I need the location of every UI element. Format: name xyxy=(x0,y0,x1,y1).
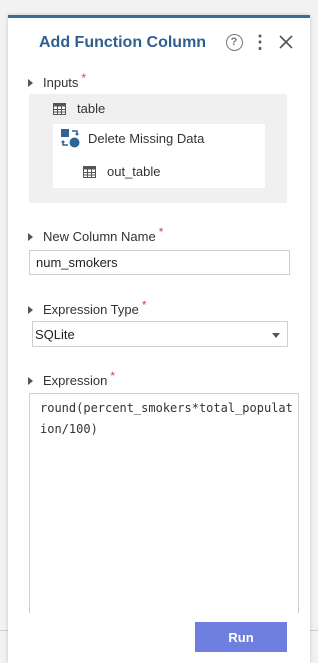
expression-editor[interactable]: round(percent_smokers*total_population/1… xyxy=(29,393,299,613)
column-name-label: New Column Name xyxy=(43,229,156,244)
column-name-input[interactable]: num_smokers xyxy=(29,250,290,275)
expression-type-section-toggle[interactable]: Expression Type * xyxy=(28,298,147,317)
expand-caret-icon xyxy=(28,376,33,385)
expand-caret-icon xyxy=(28,78,33,87)
expression-type-value: SQLite xyxy=(35,327,75,342)
run-button[interactable]: Run xyxy=(195,622,287,652)
expand-caret-icon xyxy=(28,232,33,241)
chevron-down-icon xyxy=(272,333,280,338)
help-icon[interactable]: ? xyxy=(224,32,244,52)
expression-type-select[interactable]: SQLite xyxy=(32,321,288,347)
more-options-icon[interactable]: ⋮ xyxy=(251,32,269,52)
required-mark: * xyxy=(81,70,87,85)
column-name-section-toggle[interactable]: New Column Name * xyxy=(28,225,163,244)
transform-node-label: Delete Missing Data xyxy=(88,130,205,146)
panel-title: Add Function Column xyxy=(39,34,207,51)
expression-label: Expression xyxy=(43,373,108,388)
transform-icon xyxy=(61,129,80,148)
tree-node-transform[interactable]: Delete Missing Data xyxy=(60,128,204,148)
tree-node-table[interactable]: table xyxy=(53,101,105,116)
divider xyxy=(0,630,8,631)
table-icon xyxy=(53,102,66,115)
expression-section-toggle[interactable]: Expression * xyxy=(28,369,115,388)
required-mark: * xyxy=(141,297,147,312)
close-icon[interactable] xyxy=(276,32,296,52)
expand-caret-icon xyxy=(28,305,33,314)
tree-node-output[interactable]: out_table xyxy=(83,164,161,179)
required-mark: * xyxy=(110,368,115,383)
required-mark: * xyxy=(158,224,164,239)
expression-type-label: Expression Type xyxy=(43,302,139,317)
inputs-section-toggle[interactable]: Inputs * xyxy=(28,71,86,90)
panel-accent-bar xyxy=(8,15,310,18)
inputs-label: Inputs xyxy=(43,75,79,90)
divider xyxy=(310,630,318,631)
table-node-label: table xyxy=(77,101,106,116)
output-node-label: out_table xyxy=(107,164,161,179)
table-icon xyxy=(83,165,96,178)
add-function-column-panel: Add Function Column ? ⋮ Inputs * table D… xyxy=(8,15,310,663)
